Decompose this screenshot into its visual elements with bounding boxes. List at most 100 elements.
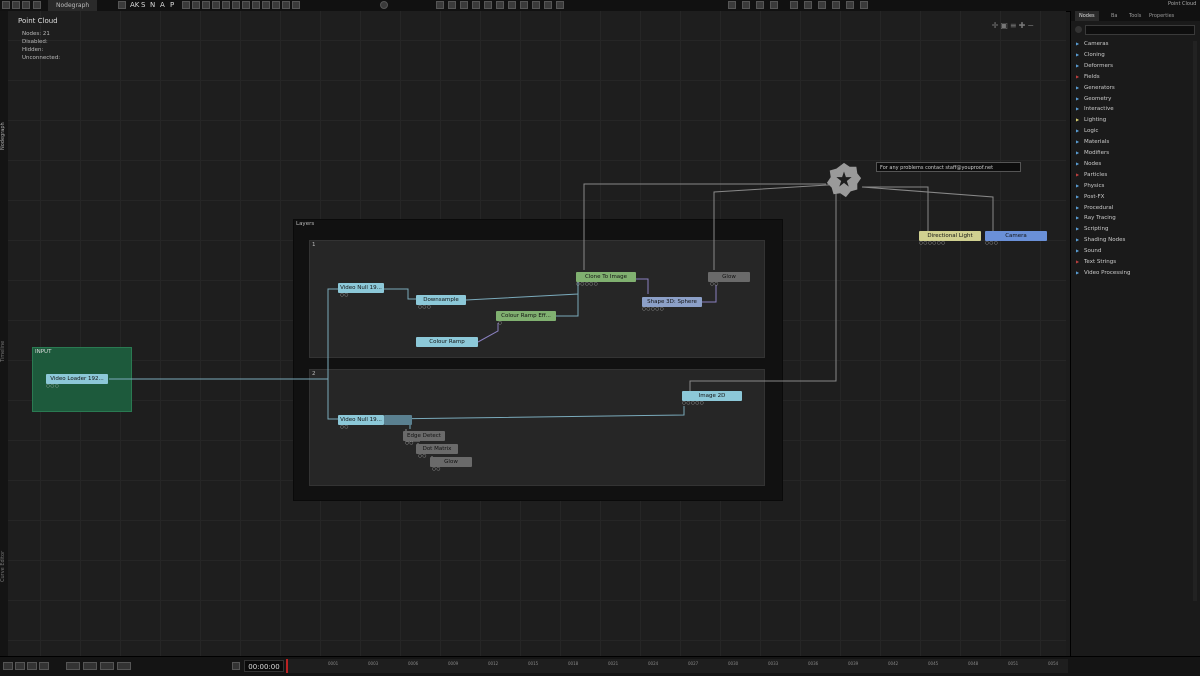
expand-arrow-icon[interactable]: ▶ bbox=[1076, 224, 1084, 234]
tool-icon[interactable] bbox=[262, 1, 270, 9]
tab-nodes[interactable]: Nodes bbox=[1075, 11, 1099, 21]
timeline-ruler[interactable]: 0001 0003 0006 0009 0012 0015 0018 0021 0024 0027… bbox=[286, 659, 1068, 673]
expand-arrow-icon[interactable]: ▶ bbox=[1076, 203, 1084, 213]
tool-icon[interactable] bbox=[292, 1, 300, 9]
node-ports[interactable]: ○○ bbox=[340, 425, 349, 430]
render-icon[interactable] bbox=[484, 1, 492, 9]
category-item[interactable]: ▶ Geometry bbox=[1076, 94, 1111, 104]
category-item[interactable]: ▶ Modifiers bbox=[1076, 148, 1109, 158]
view-mode-button[interactable] bbox=[100, 662, 114, 670]
tab-nodegraph[interactable]: Nodegraph bbox=[48, 0, 98, 11]
category-item[interactable]: ▶ Cloning bbox=[1076, 50, 1105, 60]
node-image-2d[interactable]: Image 2D bbox=[682, 391, 742, 401]
snap-a[interactable]: A bbox=[160, 0, 165, 10]
snap-s[interactable]: S bbox=[141, 0, 145, 10]
grid-icon[interactable] bbox=[118, 1, 126, 9]
render-icon[interactable] bbox=[496, 1, 504, 9]
node-ports[interactable]: ○○ bbox=[432, 467, 441, 472]
tab-timeline-vertical[interactable]: Timeline bbox=[0, 331, 8, 371]
category-item[interactable]: ▶ Cameras bbox=[1076, 39, 1108, 49]
tool-icon[interactable] bbox=[272, 1, 280, 9]
scene-settings-gear-icon[interactable] bbox=[825, 161, 863, 199]
skip-start-icon[interactable] bbox=[728, 1, 736, 9]
current-time[interactable]: 00:00:00 bbox=[244, 660, 284, 672]
category-item[interactable]: ▶ Nodes bbox=[1076, 159, 1101, 169]
category-item[interactable]: ▶ Scripting bbox=[1076, 224, 1108, 234]
expand-arrow-icon[interactable]: ▶ bbox=[1076, 50, 1084, 60]
visibility-icon[interactable] bbox=[27, 662, 37, 670]
node-ports[interactable]: ○ bbox=[498, 321, 502, 326]
tool-icon[interactable] bbox=[212, 1, 220, 9]
tool-icon[interactable] bbox=[282, 1, 290, 9]
node-ports[interactable]: ○○ bbox=[340, 293, 349, 298]
expand-arrow-icon[interactable]: ▶ bbox=[1076, 94, 1084, 104]
node-ports[interactable]: ○○○ bbox=[985, 241, 998, 246]
tool-icon[interactable] bbox=[222, 1, 230, 9]
node-selection-handle[interactable] bbox=[384, 415, 412, 425]
node-glow-top[interactable]: Glow bbox=[708, 272, 750, 282]
node-ports[interactable]: ○○○ bbox=[418, 305, 431, 310]
tool-icon[interactable] bbox=[232, 1, 240, 9]
rewind-icon[interactable] bbox=[756, 1, 764, 9]
expand-arrow-icon[interactable]: ▶ bbox=[1076, 159, 1084, 169]
window-icon[interactable] bbox=[33, 1, 41, 9]
loop-icon[interactable] bbox=[860, 1, 868, 9]
render-icon[interactable] bbox=[436, 1, 444, 9]
expand-arrow-icon[interactable]: ▶ bbox=[1076, 192, 1084, 202]
category-item[interactable]: ▶ Generators bbox=[1076, 83, 1115, 93]
node-search-input[interactable] bbox=[1085, 25, 1195, 35]
category-item[interactable]: ▶ Shading Nodes bbox=[1076, 235, 1125, 245]
expand-arrow-icon[interactable]: ▶ bbox=[1076, 170, 1084, 180]
node-edge-detect[interactable]: Edge Detect bbox=[403, 431, 445, 441]
expand-arrow-icon[interactable]: ▶ bbox=[1076, 268, 1084, 278]
render-icon[interactable] bbox=[460, 1, 468, 9]
view-mode-button[interactable] bbox=[117, 662, 131, 670]
node-camera[interactable]: Camera bbox=[985, 231, 1047, 241]
search-icon[interactable] bbox=[1075, 26, 1082, 33]
snap-n[interactable]: N bbox=[150, 0, 155, 10]
layout-icon[interactable] bbox=[12, 1, 20, 9]
node-ports[interactable]: ○○ bbox=[405, 441, 414, 446]
next-frame-icon[interactable] bbox=[804, 1, 812, 9]
node-glow-bottom[interactable]: Glow bbox=[430, 457, 472, 467]
category-item[interactable]: ▶ Materials bbox=[1076, 137, 1109, 147]
menu-icon[interactable] bbox=[2, 1, 10, 9]
node-downsample[interactable]: Downsample bbox=[416, 295, 466, 305]
tool-icon[interactable] bbox=[202, 1, 210, 9]
category-item[interactable]: ▶ Procedural bbox=[1076, 203, 1113, 213]
node-ports[interactable]: ○○○○○ bbox=[576, 282, 598, 287]
node-directional-light[interactable]: Directional Light bbox=[919, 231, 981, 241]
render-icon[interactable] bbox=[472, 1, 480, 9]
category-item[interactable]: ▶ Fields bbox=[1076, 72, 1100, 82]
tab-properties[interactable]: Properties bbox=[1145, 11, 1178, 21]
node-clone-to-image[interactable]: Clone To Image bbox=[576, 272, 636, 282]
node-video-null-2[interactable]: Video Null 19... bbox=[338, 415, 384, 425]
node-ports[interactable]: ○○○○○○ bbox=[919, 241, 946, 246]
category-item[interactable]: ▶ Text Strings bbox=[1076, 257, 1116, 267]
expand-arrow-icon[interactable]: ▶ bbox=[1076, 181, 1084, 191]
node-video-loader[interactable]: Video Loader 192... bbox=[46, 374, 108, 384]
expand-arrow-icon[interactable]: ▶ bbox=[1076, 126, 1084, 136]
expand-arrow-icon[interactable]: ▶ bbox=[1076, 148, 1084, 158]
tab-tools[interactable]: Tools bbox=[1125, 11, 1145, 21]
category-item[interactable]: ▶ Physics bbox=[1076, 181, 1104, 191]
tool-icon[interactable] bbox=[252, 1, 260, 9]
category-item[interactable]: ▶ Post-FX bbox=[1076, 192, 1104, 202]
node-ports[interactable]: ○○○○○ bbox=[682, 401, 704, 406]
node-ports[interactable]: ○○ bbox=[710, 282, 719, 287]
render-icon[interactable] bbox=[544, 1, 552, 9]
node-colour-ramp-effect[interactable]: Colour Ramp Eff... bbox=[496, 311, 556, 321]
step-back-icon[interactable] bbox=[742, 1, 750, 9]
view-mode-button[interactable] bbox=[66, 662, 80, 670]
skip-end-icon[interactable] bbox=[846, 1, 854, 9]
node-video-null-1[interactable]: Video Null 19... bbox=[338, 283, 384, 293]
category-item[interactable]: ▶ Sound bbox=[1076, 246, 1101, 256]
expand-arrow-icon[interactable]: ▶ bbox=[1076, 137, 1084, 147]
expand-arrow-icon[interactable]: ▶ bbox=[1076, 115, 1084, 125]
snap-p[interactable]: P bbox=[170, 0, 174, 10]
node-ports[interactable]: ○○○○○ bbox=[642, 307, 664, 312]
category-item[interactable]: ▶ Ray Tracing bbox=[1076, 213, 1116, 223]
node-shape-3d-sphere[interactable]: Shape 3D: Sphere bbox=[642, 297, 702, 307]
node-ports[interactable]: ○○ bbox=[418, 454, 427, 459]
node-ports[interactable]: ○○○ bbox=[46, 384, 59, 389]
